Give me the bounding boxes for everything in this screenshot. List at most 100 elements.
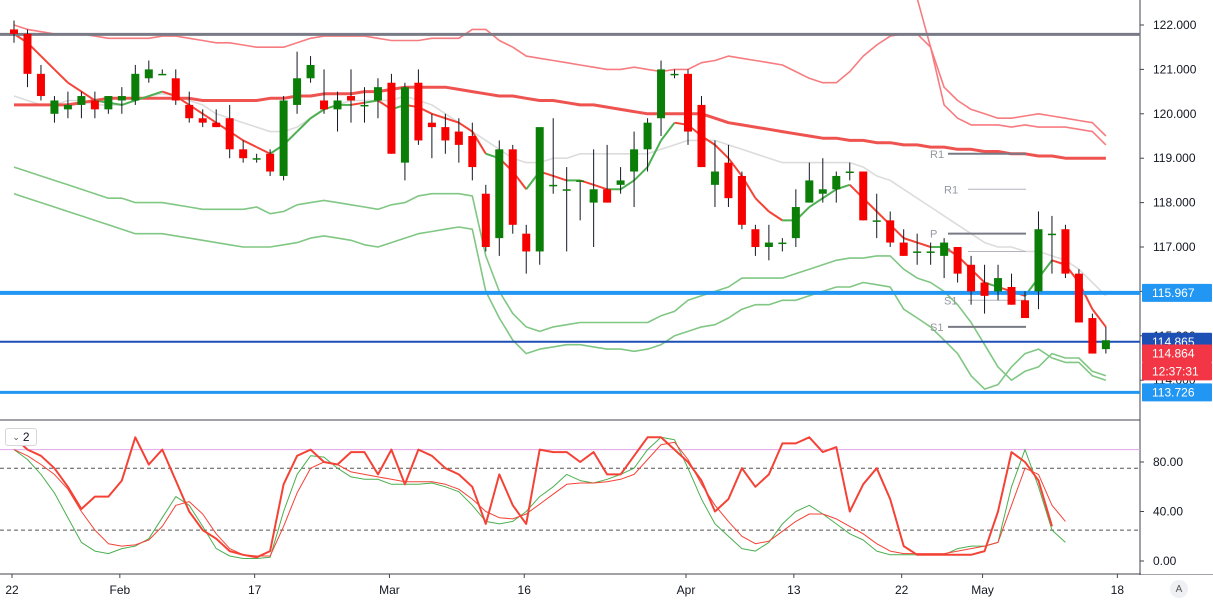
candle-body: [158, 73, 167, 76]
candle-body: [239, 149, 248, 159]
candle: [535, 127, 544, 265]
candle-body: [1034, 229, 1043, 292]
price-tick-label: 121.000: [1153, 62, 1197, 76]
candle-body: [198, 118, 207, 123]
time-tick-label: 17: [248, 583, 262, 597]
price-badge-label: 12:37:31: [1152, 364, 1199, 378]
candle-body: [710, 171, 719, 185]
candle-body: [684, 73, 692, 132]
price-badge-label: 114.864: [1152, 347, 1195, 361]
candle: [737, 171, 746, 230]
candle-body: [535, 127, 544, 252]
time-tick-label: Apr: [677, 583, 696, 597]
candle: [387, 73, 396, 154]
candle-body: [791, 207, 800, 239]
time-tick-label: 18: [1111, 583, 1125, 597]
candle-body: [481, 193, 490, 247]
candle-body: [913, 251, 922, 253]
price-tick-label: 117.000: [1153, 240, 1196, 254]
osc-tick-label: 0.00: [1153, 554, 1177, 568]
candle-body: [306, 64, 315, 79]
candle-body: [994, 278, 1003, 292]
candle-body: [333, 100, 342, 110]
candle-body: [697, 104, 706, 168]
candle: [508, 144, 517, 234]
price-badge: 113.726: [1142, 383, 1212, 402]
candle-body: [589, 189, 598, 203]
study-collapse-button[interactable]: ⌄ 2: [5, 428, 37, 446]
candle-body: [427, 122, 436, 128]
candle-body: [266, 153, 275, 172]
candle-body: [1088, 318, 1097, 354]
study-count-label: 2: [22, 430, 30, 444]
candle-body: [899, 242, 908, 256]
price-tick-label: 122.000: [1153, 18, 1197, 32]
price-badge-label: 115.967: [1152, 286, 1195, 300]
candle: [481, 184, 490, 252]
candle-body: [77, 96, 86, 105]
candle: [1074, 269, 1083, 323]
candle-body: [117, 96, 126, 101]
price-tick-label: 120.000: [1153, 107, 1197, 121]
chart-root[interactable]: R1R1PPS1S1 114.000115.000116.000117.0001…: [0, 0, 1213, 600]
candle-body: [657, 69, 666, 119]
candle-body: [252, 158, 261, 160]
candle-body: [104, 96, 113, 110]
candle-body: [212, 122, 221, 128]
osc-tick-label: 80.00: [1153, 455, 1183, 469]
candle-body: [859, 171, 868, 221]
candle-body: [805, 180, 814, 203]
candle-body: [36, 73, 45, 97]
candle: [859, 171, 868, 221]
candle-body: [940, 242, 949, 256]
candle-body: [400, 87, 409, 163]
candle-body: [50, 100, 59, 114]
chevron-down-icon: ⌄: [12, 431, 20, 442]
candle: [279, 96, 288, 181]
candle-body: [967, 264, 976, 292]
candle-body: [980, 282, 989, 296]
candle-body: [63, 104, 72, 110]
time-tick-label: Mar: [379, 583, 400, 597]
time-tick-label: Feb: [109, 583, 130, 597]
candle-body: [953, 247, 962, 274]
candle-body: [347, 96, 355, 101]
pivot-label: R1: [944, 184, 958, 196]
candle-body: [293, 78, 302, 105]
candle-body: [576, 180, 585, 182]
price-badge-label: 113.726: [1152, 385, 1195, 399]
candle-body: [144, 69, 153, 79]
candle-body: [360, 104, 369, 107]
candle-body: [10, 29, 18, 34]
background: [0, 0, 1213, 600]
candle-body: [630, 149, 639, 172]
candle-body: [1021, 300, 1029, 319]
candle-body: [616, 180, 625, 185]
price-chart[interactable]: R1R1PPS1S1 114.000115.000116.000117.0001…: [0, 0, 1213, 600]
candle-body: [454, 131, 463, 145]
candle-body: [886, 220, 895, 243]
time-tick-label: May: [971, 583, 994, 597]
candle-body: [737, 175, 746, 225]
candle-body: [724, 162, 733, 199]
candle-body: [832, 175, 841, 190]
candle-body: [185, 104, 194, 119]
candle-body: [778, 242, 787, 245]
candle-body: [549, 184, 558, 187]
pivot-label: S1: [930, 322, 943, 334]
candle-body: [225, 118, 234, 150]
candle-body: [373, 87, 382, 101]
time-tick-label: 22: [895, 583, 909, 597]
pivot-label: P: [930, 229, 937, 241]
price-badge: 115.967: [1142, 283, 1212, 302]
candle-body: [90, 100, 99, 110]
candle-body: [495, 149, 504, 239]
candle-body: [171, 78, 180, 101]
candle-body: [279, 100, 288, 176]
time-tick-label: 13: [787, 583, 801, 597]
candle-body: [603, 189, 612, 203]
time-tick-label: 16: [518, 583, 532, 597]
auto-scale-button[interactable]: A: [1170, 580, 1188, 598]
candle-body: [131, 73, 140, 101]
candle-body: [387, 82, 396, 154]
